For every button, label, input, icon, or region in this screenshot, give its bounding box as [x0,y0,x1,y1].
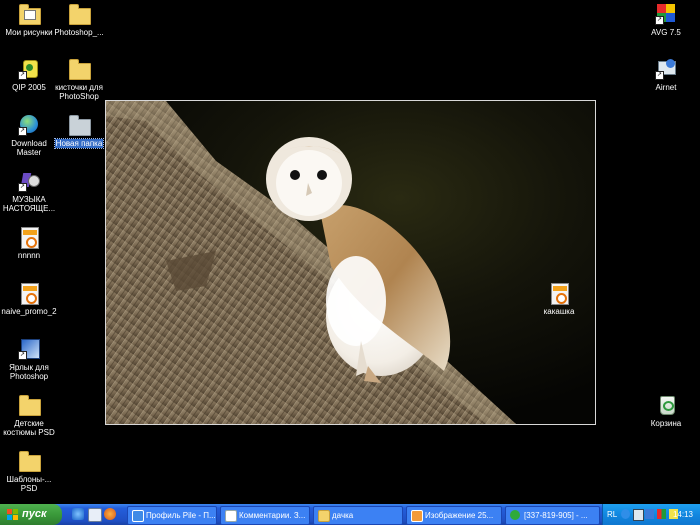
desktop-icon-label: Мои рисунки [5,28,53,37]
tray-monitor-icon[interactable] [633,509,644,521]
ie-window-icon [132,510,144,522]
language-indicator[interactable]: RL [607,504,617,525]
task-label: Комментарии. З... [239,511,306,520]
owl-photo-image [106,101,595,424]
task-label: Профиль Pile - П... [146,511,216,520]
image-file-icon [548,282,570,305]
airnet-icon: ↗ [655,58,677,80]
tray-computer-icon[interactable] [645,509,654,519]
folder-icon [318,510,330,522]
document-icon [225,510,237,522]
task-label: дачка [332,511,354,520]
photoshop-shortcut-icon: ↗ [18,338,40,360]
desktop-icon-photoshop-shortcut[interactable]: ↗ Ярлык для Photoshop [0,338,58,381]
start-button[interactable]: пуск [0,504,62,525]
task-label: [337-819-905] - ... [524,511,588,520]
desktop-icon-brushes-folder[interactable]: кисточки для PhotoShop [50,58,108,101]
desktop-icon-label: QIP 2005 [12,83,46,92]
folder-icon [18,450,41,472]
desktop-icon-label: МУЗЫКА НАСТОЯЩЕ... [2,195,56,213]
qip-icon: ↗ [18,58,40,80]
desktop-icon-label: Корзина [650,419,682,428]
download-master-icon: ↗ [18,114,40,136]
task-label: Изображение 25... [425,511,494,520]
desktop-icon-nnnnn[interactable]: nnnnn [0,226,58,260]
desktop-icon-label: Ярлык для Photoshop [9,363,49,381]
task-button-icq[interactable]: [337-819-905] - ... [505,506,600,525]
image-viewer-icon [411,510,423,522]
desktop-icon-music[interactable]: ↗ МУЗЫКА НАСТОЯЩЕ... [0,170,58,213]
recycle-bin-icon [655,394,677,416]
task-button-comments[interactable]: Комментарии. З... [220,506,310,525]
desktop-icon-photoshop-folder[interactable]: Photoshop_... [50,3,108,37]
music-icon: ↗ [18,170,40,192]
desktop-icon-avg[interactable]: ↗ AVG 7.5 [637,3,695,37]
folder-icon [68,114,91,136]
desktop-icon-label: naive_promo_2 [1,307,57,316]
desktop-icon-label: AVG 7.5 [651,28,681,37]
my-pictures-icon [18,3,41,25]
folder-icon [68,3,91,25]
desktop-icon-label: Новая папка [53,138,105,149]
desktop-icon-label: какашка [543,307,575,316]
desktop-icon-label: Шаблоны-... PSD [6,475,52,493]
desktop-icon-kakashka[interactable]: какашка [530,282,588,316]
folder-icon [68,58,91,80]
firefox-icon[interactable] [104,508,116,520]
desktop-icon-label: Airnet [655,83,677,92]
task-button-image[interactable]: Изображение 25... [406,506,502,525]
task-button-profile[interactable]: Профиль Pile - П... [127,506,217,525]
folder-icon [18,394,41,416]
desktop-icon-label: nnnnn [17,251,41,260]
wallpaper-photo [105,100,596,425]
system-tray: RL 14:13 [602,504,700,525]
avg-icon: ↗ [655,3,677,25]
desktop-icon-templates-folder[interactable]: Шаблоны-... PSD [0,450,60,493]
start-label: пуск [22,508,47,520]
tray-avg-icon[interactable] [657,509,666,519]
desktop-icon-naive-promo[interactable]: naive_promo_2 [0,282,60,316]
desktop-icon-label: кисточки для PhotoShop [55,83,103,101]
image-file-icon [18,226,40,249]
media-icon[interactable] [88,508,102,522]
taskbar: пуск Профиль Pile - П... Комментарии. З.… [0,504,700,525]
desktop-icon-new-folder[interactable]: Новая папка [50,114,108,149]
windows-flag-icon [7,509,18,520]
image-file-icon [18,282,40,305]
tray-network-icon[interactable] [621,509,630,519]
ie-icon[interactable] [72,508,84,520]
icq-icon [510,510,520,520]
clock[interactable]: 14:13 [673,504,693,525]
desktop-icon-airnet[interactable]: ↗ Airnet [637,58,695,92]
desktop-icon-kids-costumes-folder[interactable]: Детские костюмы PSD [0,394,58,437]
desktop-icon-label: Photoshop_... [54,28,104,37]
task-button-dachka[interactable]: дачка [313,506,403,525]
desktop-icon-label: Детские костюмы PSD [3,419,55,437]
desktop-icon-recycle-bin[interactable]: Корзина [637,394,695,428]
